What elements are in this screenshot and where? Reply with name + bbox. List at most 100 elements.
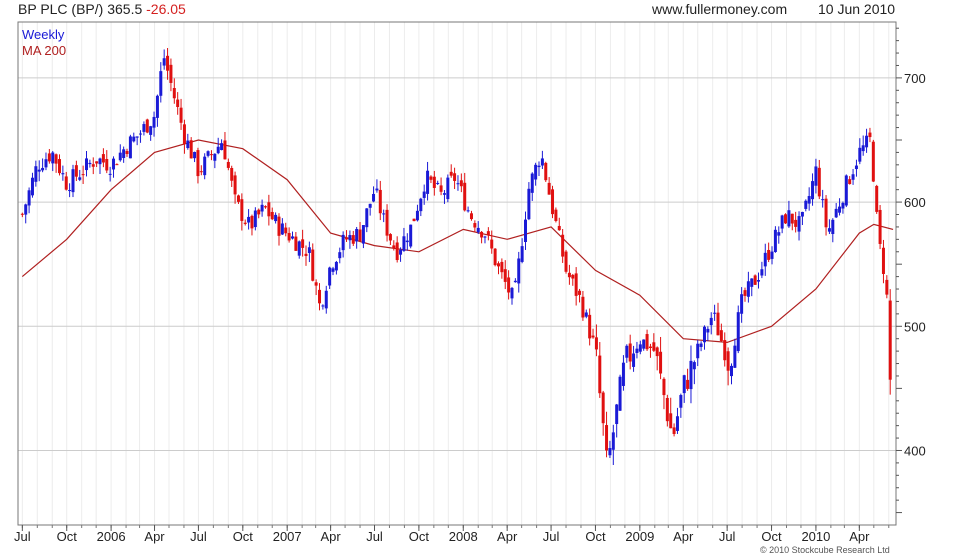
candle-body bbox=[47, 153, 51, 162]
candle-body bbox=[490, 239, 494, 249]
y-tick-label: 600 bbox=[904, 195, 926, 210]
candle-body bbox=[132, 136, 136, 142]
candle-body bbox=[81, 174, 85, 176]
x-tick-label: Oct bbox=[585, 529, 606, 544]
candle-body bbox=[419, 198, 423, 212]
candle-body bbox=[365, 208, 369, 228]
candle-body bbox=[101, 154, 105, 163]
candle-body bbox=[729, 365, 733, 377]
candle-body bbox=[476, 227, 480, 233]
candle-body bbox=[388, 234, 392, 241]
candle-body bbox=[574, 273, 578, 296]
x-tick-label: Oct bbox=[761, 529, 782, 544]
candle-body bbox=[750, 278, 754, 287]
candle-body bbox=[811, 181, 815, 200]
candle-body bbox=[226, 161, 230, 168]
candle-body bbox=[831, 219, 835, 235]
candle-body bbox=[588, 314, 592, 339]
candle-body bbox=[675, 416, 679, 431]
candle-body bbox=[881, 247, 885, 274]
x-tick-label: Jul bbox=[190, 529, 207, 544]
candle-body bbox=[645, 334, 649, 350]
candle-body bbox=[621, 362, 625, 386]
candle-body bbox=[95, 161, 99, 164]
candle-body bbox=[757, 280, 761, 282]
candle-body bbox=[723, 340, 727, 361]
candle-body bbox=[51, 152, 55, 164]
candle-body bbox=[263, 206, 267, 208]
candle-body bbox=[456, 183, 460, 185]
candle-body bbox=[203, 156, 207, 176]
candle-body bbox=[486, 231, 490, 236]
candle-body bbox=[415, 210, 419, 221]
candle-body bbox=[284, 227, 288, 234]
candle-body bbox=[520, 246, 524, 262]
candle-body bbox=[159, 71, 163, 96]
candle-body bbox=[767, 249, 771, 260]
candle-body bbox=[861, 145, 865, 152]
candle-body bbox=[794, 219, 798, 227]
candle-body bbox=[172, 88, 176, 99]
candle-body bbox=[638, 344, 642, 352]
candle-body bbox=[571, 274, 575, 279]
candle-body bbox=[307, 247, 311, 253]
candle-body bbox=[115, 164, 119, 166]
candle-body bbox=[480, 231, 484, 238]
candle-body bbox=[611, 432, 615, 450]
candle-body bbox=[395, 242, 399, 261]
candle-body bbox=[348, 235, 352, 241]
candle-body bbox=[382, 213, 386, 215]
candle-body bbox=[274, 214, 278, 222]
candle-body bbox=[375, 188, 379, 191]
candle-body bbox=[851, 174, 855, 180]
candle-body bbox=[743, 290, 747, 296]
x-tick-label: Apr bbox=[144, 529, 165, 544]
candle-body bbox=[605, 425, 609, 451]
candle-body bbox=[871, 141, 875, 182]
price-chart: 400500600700 Jul Oct 2006 Apr Jul Oct 2007 Apr J… bbox=[14, 21, 926, 544]
candle-body bbox=[628, 343, 632, 362]
candle-body bbox=[564, 251, 568, 272]
x-tick-label: Apr bbox=[673, 529, 694, 544]
x-tick-label: Oct bbox=[57, 529, 78, 544]
candle-body bbox=[155, 95, 159, 118]
candle-body bbox=[510, 287, 514, 299]
y-tick-label: 700 bbox=[904, 71, 926, 86]
candle-body bbox=[338, 252, 342, 259]
candle-body bbox=[821, 199, 825, 201]
y-axis: 400 500 600 700 bbox=[896, 27, 926, 514]
candle-body bbox=[112, 158, 116, 170]
candle-body bbox=[182, 124, 186, 144]
candle-body bbox=[807, 196, 811, 204]
candle-body bbox=[740, 294, 744, 314]
candle-body bbox=[294, 236, 298, 251]
candle-body bbox=[594, 337, 598, 350]
candle-body bbox=[253, 210, 257, 228]
candle-body bbox=[98, 158, 102, 165]
candle-body bbox=[601, 392, 605, 424]
candle-body bbox=[824, 198, 828, 228]
candle-body bbox=[449, 171, 453, 176]
candle-body bbox=[459, 180, 463, 187]
candle-body bbox=[672, 427, 676, 434]
candle-body bbox=[878, 209, 882, 244]
candle-body bbox=[591, 335, 595, 338]
candle-body bbox=[179, 107, 183, 123]
candle-body bbox=[692, 362, 696, 370]
candle-body bbox=[800, 211, 804, 217]
candle-body bbox=[753, 275, 757, 285]
candle-body bbox=[702, 326, 706, 343]
candle-body bbox=[682, 375, 686, 394]
x-tick-label: Jul bbox=[366, 529, 383, 544]
candle-body bbox=[318, 289, 322, 304]
candle-body bbox=[213, 153, 217, 161]
candle-body bbox=[686, 379, 690, 389]
candle-body bbox=[817, 167, 821, 197]
candle-body bbox=[540, 158, 544, 166]
candle-body bbox=[827, 228, 831, 232]
candle-body bbox=[736, 312, 740, 352]
candle-body bbox=[537, 165, 541, 168]
candle-body bbox=[648, 346, 652, 349]
x-tick-label: Jul bbox=[14, 529, 31, 544]
candle-body bbox=[642, 339, 646, 349]
